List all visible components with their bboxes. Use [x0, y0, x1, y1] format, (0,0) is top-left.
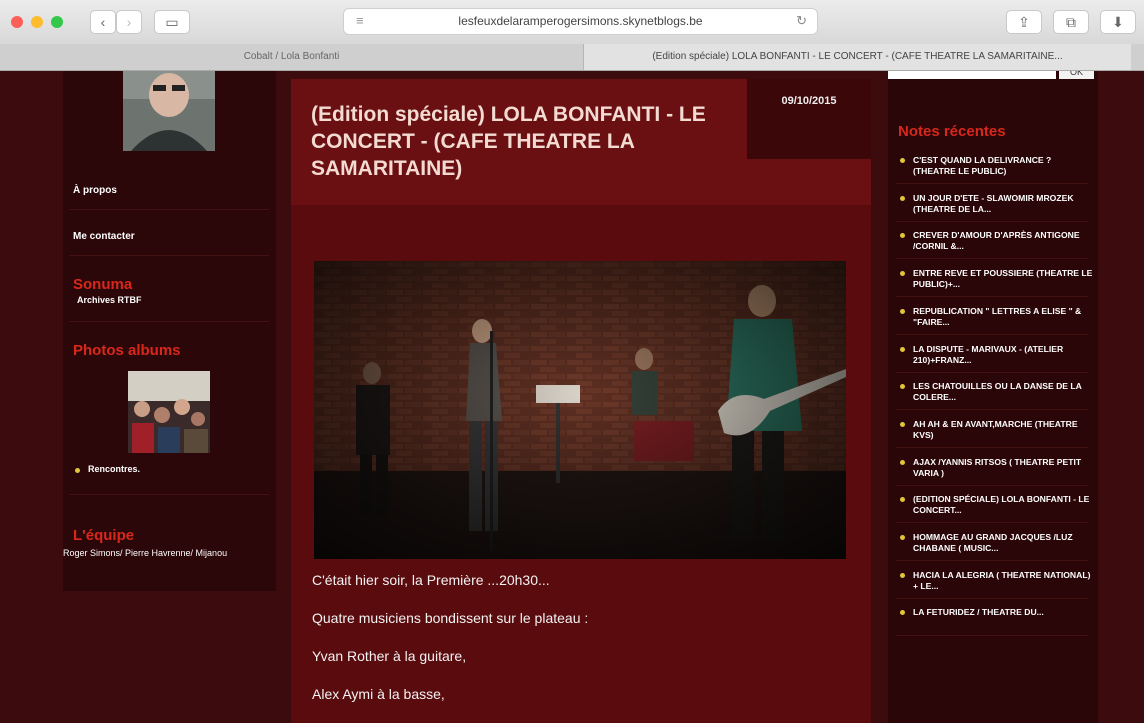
- close-window-button[interactable]: [11, 16, 23, 28]
- sidebar-link-about[interactable]: À propos: [73, 185, 117, 196]
- team-members: Roger Simons/ Pierre Havrenne/ Mijanou: [63, 548, 228, 558]
- download-icon: ⬇: [1112, 14, 1124, 30]
- downloads-button[interactable]: ⬇: [1100, 10, 1136, 34]
- divider: [896, 447, 1088, 448]
- minimize-window-button[interactable]: [31, 16, 43, 28]
- recent-note-link[interactable]: AJAX /YANNIS RITSOS ( THEATRE PETIT VARI…: [913, 457, 1093, 479]
- tab-bar: Cobalt / Lola Bonfanti (Edition spéciale…: [0, 44, 1144, 71]
- reload-icon[interactable]: ↻: [796, 13, 807, 29]
- forward-button[interactable]: ›: [116, 10, 142, 34]
- sidebar-icon: ▭: [165, 14, 179, 30]
- album-item-rencontres[interactable]: Rencontres.: [88, 464, 140, 474]
- divider: [69, 494, 269, 495]
- recent-note-link[interactable]: HACIA LA ALEGRIA ( THEATRE NATIONAL) + L…: [913, 570, 1093, 592]
- post-paragraph: Quatre musiciens bondissent sur le plate…: [312, 610, 589, 626]
- sidebar-link-contact[interactable]: Me contacter: [73, 231, 135, 242]
- sonuma-heading[interactable]: Sonuma: [73, 276, 132, 293]
- recent-note-link[interactable]: REPUBLICATION " LETTRES A ELISE " & "FAI…: [913, 306, 1093, 328]
- sonuma-subtitle[interactable]: Archives RTBF: [77, 295, 142, 305]
- tabs-icon: ⧉: [1066, 14, 1076, 30]
- bullet-icon: [900, 271, 905, 276]
- author-avatar: [123, 71, 215, 151]
- post-title[interactable]: (Edition spéciale) LOLA BONFANTI - LE CO…: [311, 101, 751, 182]
- recent-note-link[interactable]: (Edition spéciale) LOLA BONFANTI - LE CO…: [913, 494, 1093, 516]
- recent-note-link[interactable]: UN JOUR D'ETE - SLAWOMIR MROZEK (THEATRE…: [913, 193, 1093, 215]
- photo-albums-heading: Photos albums: [73, 342, 181, 359]
- tab-cobalt[interactable]: Cobalt / Lola Bonfanti: [0, 44, 583, 70]
- recent-note-link[interactable]: CREVER D'AMOUR d'après ANTIGONE /CORNIL …: [913, 230, 1093, 252]
- bullet-icon: [900, 384, 905, 389]
- divider: [896, 334, 1088, 335]
- search-input[interactable]: [888, 71, 1056, 79]
- search-ok-button[interactable]: OK: [1059, 71, 1094, 79]
- divider: [69, 255, 269, 256]
- tab-active-post[interactable]: (Edition spéciale) LOLA BONFANTI - LE CO…: [583, 44, 1131, 70]
- recent-notes-heading: Notes récentes: [898, 123, 1006, 140]
- recent-note-link[interactable]: HOMMAGE AU GRAND JACQUES /LUZ CHABANE ( …: [913, 532, 1093, 554]
- back-button[interactable]: ‹: [90, 10, 116, 34]
- chevron-right-icon: ›: [126, 14, 132, 30]
- zoom-window-button[interactable]: [51, 16, 63, 28]
- address-bar[interactable]: ≡ lesfeuxdelaramperogersimons.skynetblog…: [343, 8, 818, 35]
- share-icon: ⇪: [1018, 14, 1030, 30]
- bullet-icon: [75, 468, 80, 473]
- web-page: À propos Me contacter Sonuma Archives RT…: [0, 71, 1144, 723]
- recent-note-link[interactable]: ENTRE REVE ET POUSSIERE (THEATRE LE PUBL…: [913, 268, 1093, 290]
- post-paragraph: C'était hier soir, la Première ...20h30.…: [312, 572, 550, 588]
- bullet-icon: [900, 573, 905, 578]
- concert-photo: [314, 261, 846, 559]
- recent-note-link[interactable]: AH AH & EN AVANT,MARCHE (THEATRE KVS): [913, 419, 1093, 441]
- bullet-icon: [900, 460, 905, 465]
- bullet-icon: [900, 422, 905, 427]
- divider: [896, 598, 1088, 599]
- post-paragraph: Yvan Rother à la guitare,: [312, 648, 467, 664]
- url-text: lesfeuxdelaramperogersimons.skynetblogs.…: [458, 14, 703, 28]
- sidebar-toggle-button[interactable]: ▭: [154, 10, 190, 34]
- share-button[interactable]: ⇪: [1006, 10, 1042, 34]
- recent-note-link[interactable]: C'EST QUAND LA DELIVRANCE ? (THEATRE LE …: [913, 155, 1093, 177]
- bullet-icon: [900, 347, 905, 352]
- divider: [896, 560, 1088, 561]
- chevron-left-icon: ‹: [100, 14, 106, 30]
- divider: [896, 296, 1088, 297]
- bullet-icon: [900, 233, 905, 238]
- bullet-icon: [900, 309, 905, 314]
- bullet-icon: [900, 535, 905, 540]
- divider: [896, 183, 1088, 184]
- divider: [896, 221, 1088, 222]
- bullet-icon: [900, 497, 905, 502]
- post-date: 09/10/2015: [747, 79, 871, 159]
- team-heading: L'équipe: [73, 527, 135, 544]
- divider: [69, 209, 269, 210]
- browser-toolbar: ‹ › ▭ ≡ lesfeuxdelaramperogersimons.skyn…: [0, 0, 1144, 45]
- left-sidebar: À propos Me contacter Sonuma Archives RT…: [63, 71, 276, 591]
- bullet-icon: [900, 158, 905, 163]
- divider: [896, 485, 1088, 486]
- post-article: (Edition spéciale) LOLA BONFANTI - LE CO…: [291, 79, 871, 723]
- recent-note-link[interactable]: LES CHATOUILLES OU LA DANSE DE LA COLERE…: [913, 381, 1093, 403]
- divider: [896, 409, 1088, 410]
- post-header: (Edition spéciale) LOLA BONFANTI - LE CO…: [291, 79, 871, 205]
- divider: [896, 258, 1088, 259]
- divider: [896, 522, 1088, 523]
- divider: [69, 321, 269, 322]
- post-paragraph: Alex Aymi à la basse,: [312, 686, 445, 702]
- album-thumbnail[interactable]: [128, 371, 210, 453]
- recent-note-link[interactable]: LA DISPUTE - MARIVAUX - (ATELIER 210)+FR…: [913, 344, 1093, 366]
- tabs-overview-button[interactable]: ⧉: [1053, 10, 1089, 34]
- bullet-icon: [900, 196, 905, 201]
- divider: [896, 372, 1088, 373]
- right-sidebar: OK Notes récentes C'EST QUAND LA DELIVRA…: [888, 71, 1098, 723]
- recent-note-link[interactable]: LA FETURIDEZ / THEATRE DU...: [913, 607, 1093, 618]
- bullet-icon: [900, 610, 905, 615]
- divider: [896, 635, 1088, 636]
